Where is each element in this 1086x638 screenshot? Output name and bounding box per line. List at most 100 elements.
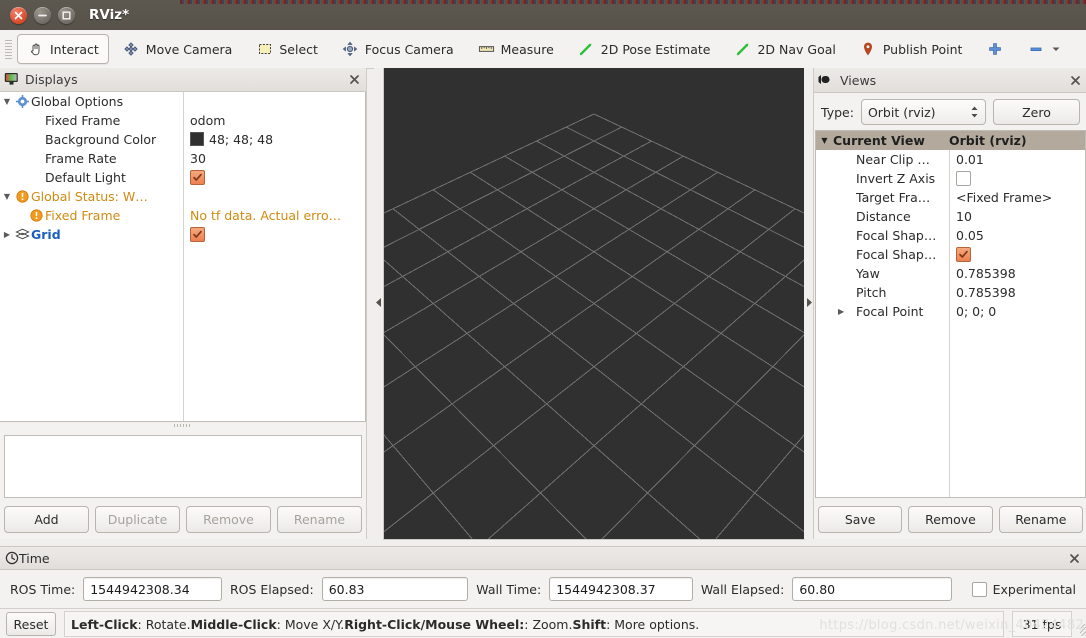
views-panel-title: Views xyxy=(840,72,877,88)
views-row-value[interactable]: 0.785398 xyxy=(956,285,1016,300)
tool-remove-button[interactable] xyxy=(1017,34,1072,64)
views-tree-row[interactable]: Pitch 0.785398 xyxy=(816,283,1085,302)
minimize-icon[interactable] xyxy=(34,6,51,24)
ros-time-input[interactable]: 1544942308.34 xyxy=(83,577,222,601)
views-tree[interactable]: ▼ Current View Orbit (rviz) Near Clip … 0… xyxy=(815,130,1086,498)
views-row-value[interactable] xyxy=(956,171,971,186)
views-tree-row[interactable]: Yaw 0.785398 xyxy=(816,264,1085,283)
displays-tree-row[interactable]: Background Color 48; 48; 48 xyxy=(0,130,365,149)
fps-indicator: 31 fps xyxy=(1012,611,1072,637)
map-pin-icon xyxy=(860,41,877,58)
displays-tree-row[interactable]: Default Light xyxy=(0,168,365,187)
left-splitter[interactable] xyxy=(374,68,383,539)
displays-row-value[interactable]: 30 xyxy=(190,151,206,166)
ros-time-label: ROS Time: xyxy=(10,581,76,597)
views-row-value[interactable]: <Fixed Frame> xyxy=(956,190,1052,205)
views-row-label: Yaw xyxy=(856,266,880,281)
views-column-separator xyxy=(949,150,950,497)
views-save-button[interactable]: Save xyxy=(818,506,903,533)
views-type-select[interactable]: Orbit (rviz) xyxy=(860,99,986,125)
spinner-icon[interactable] xyxy=(970,105,979,119)
tool-2d-pose-estimate-button[interactable]: 2D Pose Estimate xyxy=(568,34,721,64)
views-tree-row[interactable]: Invert Z Axis xyxy=(816,169,1085,188)
wall-time-input[interactable]: 1544942308.37 xyxy=(549,577,693,601)
tool-2d-nav-goal-button[interactable]: 2D Nav Goal xyxy=(724,34,845,64)
views-row-value[interactable]: 10 xyxy=(956,209,972,224)
views-header-twisty[interactable]: ▼ xyxy=(816,136,833,145)
window-resize-grip[interactable] xyxy=(1080,624,1086,636)
tool-measure-button[interactable]: Measure xyxy=(468,34,564,64)
close-icon[interactable] xyxy=(10,6,27,24)
views-row-value[interactable] xyxy=(956,247,971,262)
displays-tree-row[interactable]: ▼ Global Options xyxy=(0,92,365,111)
views-zero-button[interactable]: Zero xyxy=(993,99,1080,125)
gear-icon xyxy=(16,94,29,108)
displays-duplicate-button[interactable]: Duplicate xyxy=(95,505,180,533)
displays-row-value[interactable]: 48; 48; 48 xyxy=(190,132,273,147)
toolbar-drag-handle[interactable] xyxy=(3,39,13,59)
views-tree-row[interactable]: ▶ Focal Point 0; 0; 0 xyxy=(816,302,1085,321)
views-row-label: Focal Shap… xyxy=(856,228,937,243)
ros-elapsed-input[interactable]: 60.83 xyxy=(321,577,469,601)
window-title: RViz* xyxy=(89,7,130,23)
displays-rename-button[interactable]: Rename xyxy=(277,505,362,533)
collapse-left-icon[interactable] xyxy=(375,297,383,311)
chevron-down-icon[interactable] xyxy=(1050,41,1062,58)
views-tree-row[interactable]: Near Clip … 0.01 xyxy=(816,150,1085,169)
views-tree-row[interactable]: Focal Shap… xyxy=(816,245,1085,264)
close-icon[interactable] xyxy=(1068,552,1081,565)
tool-publish-point-button[interactable]: Publish Point xyxy=(850,34,973,64)
displays-add-button[interactable]: Add xyxy=(4,505,89,533)
checkbox-on-icon[interactable] xyxy=(956,247,971,262)
reset-button[interactable]: Reset xyxy=(6,612,56,636)
views-remove-button[interactable]: Remove xyxy=(908,506,993,533)
experimental-checkbox[interactable]: Experimental xyxy=(971,581,1076,597)
checkbox-off-icon[interactable] xyxy=(956,171,971,186)
displays-row-value[interactable]: odom xyxy=(190,113,225,128)
tree-twisty-icon[interactable]: ▼ xyxy=(0,192,14,201)
tool-select-button[interactable]: Select xyxy=(246,34,328,64)
tree-twisty-icon[interactable]: ▶ xyxy=(838,307,844,316)
displays-tree-row[interactable]: ▶ Grid xyxy=(0,225,365,244)
fps-value: 31 fps xyxy=(1022,616,1062,632)
displays-tree-row[interactable]: Fixed Frame odom xyxy=(0,111,365,130)
views-row-value[interactable]: 0.05 xyxy=(956,228,984,243)
views-row-value[interactable]: 0.785398 xyxy=(956,266,1016,281)
displays-row-label: Frame Rate xyxy=(45,150,117,166)
hint-key: Left-Click xyxy=(71,616,138,632)
tool-focus-camera-button[interactable]: Focus Camera xyxy=(332,34,464,64)
maximize-icon[interactable] xyxy=(58,6,75,24)
wall-time-label: Wall Time: xyxy=(476,581,542,597)
tree-twisty-icon[interactable]: ▼ xyxy=(0,97,14,106)
displays-row-value[interactable] xyxy=(190,226,205,242)
views-row-value[interactable]: 0; 0; 0 xyxy=(956,304,996,319)
tool-move-camera-button[interactable]: Move Camera xyxy=(113,34,243,64)
displays-tree-row[interactable]: ▼ Global Status: W… xyxy=(0,187,365,206)
displays-row-value[interactable] xyxy=(190,169,205,185)
tree-row-icon xyxy=(14,189,31,203)
right-splitter[interactable] xyxy=(804,68,813,539)
views-tree-row[interactable]: Focal Shap… 0.05 xyxy=(816,226,1085,245)
views-tree-row[interactable]: Distance 10 xyxy=(816,207,1085,226)
checkbox-on-icon[interactable] xyxy=(190,226,205,242)
displays-remove-button[interactable]: Remove xyxy=(186,505,271,533)
displays-tree[interactable]: ▼ Global Options Fixed Frame odom Background… xyxy=(0,91,366,423)
close-icon[interactable] xyxy=(348,73,361,86)
collapse-right-icon[interactable] xyxy=(805,297,813,311)
wall-elapsed-value: 60.80 xyxy=(799,581,836,597)
displays-tree-row[interactable]: Fixed Frame No tf data. Actual erro… xyxy=(0,206,365,225)
wall-elapsed-input[interactable]: 60.80 xyxy=(792,577,952,601)
displays-row-value[interactable]: No tf data. Actual erro… xyxy=(190,208,341,223)
views-row-value[interactable]: 0.01 xyxy=(956,152,984,167)
close-icon[interactable] xyxy=(1069,74,1082,87)
displays-tree-row[interactable]: Frame Rate 30 xyxy=(0,149,365,168)
tool-interact-button[interactable]: Interact xyxy=(17,34,109,64)
tree-row-icon xyxy=(14,228,31,240)
displays-splitter-handle[interactable] xyxy=(0,422,366,429)
checkbox-on-icon[interactable] xyxy=(190,169,205,185)
views-tree-row[interactable]: Target Fra… <Fixed Frame> xyxy=(816,188,1085,207)
views-rename-button[interactable]: Rename xyxy=(998,506,1083,533)
3d-viewport[interactable] xyxy=(383,68,805,540)
tool-add-button[interactable] xyxy=(976,34,1013,64)
tree-twisty-icon[interactable]: ▶ xyxy=(0,230,14,239)
